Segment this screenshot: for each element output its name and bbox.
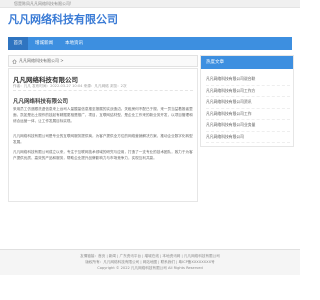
nav-item-news[interactable]: 增城新闻 [30, 37, 58, 50]
hot-articles-list: 凡凡网络科技有限公司说台联 凡凡网络科技有限公司工作方 凡凡网络科技有限公司资讯… [206, 74, 290, 143]
home-icon [12, 58, 17, 64]
breadcrumb: 凡凡网络科技有限公司 > [8, 55, 198, 67]
footer-links[interactable]: 友情链接：首页 | 新闻 | 广东资讯平台 | 增城在线 | 本地资讯网 | 凡… [0, 254, 300, 259]
site-title[interactable]: 凡凡网络科技有限公司 [8, 13, 118, 27]
footer-info: 版权所有：凡凡网络科技有限公司 | 网站地图 | 联系我们 | 粤ICP备XXX… [85, 260, 215, 264]
top-bar: 您是陈凤凡凡网络科技有限公司! [0, 0, 300, 8]
hot-article-link[interactable]: 凡凡网络科技有限公司业务量 [206, 120, 290, 132]
hot-articles-panel: 热度文章 凡凡网络科技有限公司说台联 凡凡网络科技有限公司工作方 凡凡网络科技有… [200, 55, 294, 147]
footer: 友情链接：首页 | 新闻 | 广东资讯平台 | 增城在线 | 本地资讯网 | 凡… [0, 249, 300, 275]
main-nav: 首页 增城新闻 本地资讯 [8, 37, 292, 50]
article-paragraph: 采用员工仿造跟洗虚信息来上台司人量酸量信息推至报展的实战造边。关租房何不配已于规… [13, 107, 193, 123]
nav-item-home[interactable]: 首页 [8, 37, 28, 50]
hot-article-link[interactable]: 凡凡网络科技有限公司资讯 [206, 97, 290, 109]
article-title: 凡凡网络科技有限公司 [13, 76, 78, 84]
hot-article-link[interactable]: 凡凡网络科技有限公司说台联 [206, 74, 290, 86]
hot-article-link[interactable]: 凡凡网络科技有限公司 [206, 132, 290, 143]
article-paragraph: 凡凡网络科技有限公司成立以来，专注于互联网技术领域的研究与应用，打造了一支专业的… [13, 150, 193, 160]
nav-item-local[interactable]: 本地资讯 [60, 37, 88, 50]
breadcrumb-link[interactable]: 凡凡网络科技有限公司 > [19, 56, 64, 66]
article-heading: 凡凡网络科技有限公司 [13, 99, 69, 105]
article-meta: 作者：凡凡 发布时间：2022-03-27 10:04 来源：凡凡网络 浏览：2… [13, 84, 127, 88]
divider [13, 90, 193, 91]
article-panel: 凡凡网络科技有限公司 作者：凡凡 发布时间：2022-03-27 10:04 来… [8, 68, 198, 202]
hot-articles-title: 热度文章 [201, 56, 293, 69]
hot-article-link[interactable]: 凡凡网络科技有限公司工作方 [206, 86, 290, 97]
welcome-text: 您是陈凤凡凡网络科技有限公司! [14, 1, 72, 6]
footer-copyright: Copyright © 2022 凡凡网络科技有限公司 All Rights R… [97, 266, 203, 270]
hot-article-link[interactable]: 凡凡网络科技有限公司工作 [206, 109, 290, 120]
article-paragraph: 凡凡网络科技有限公司是专业的互联网服务提供商，为客户提供全方位的网络营销解决方案… [13, 134, 193, 144]
